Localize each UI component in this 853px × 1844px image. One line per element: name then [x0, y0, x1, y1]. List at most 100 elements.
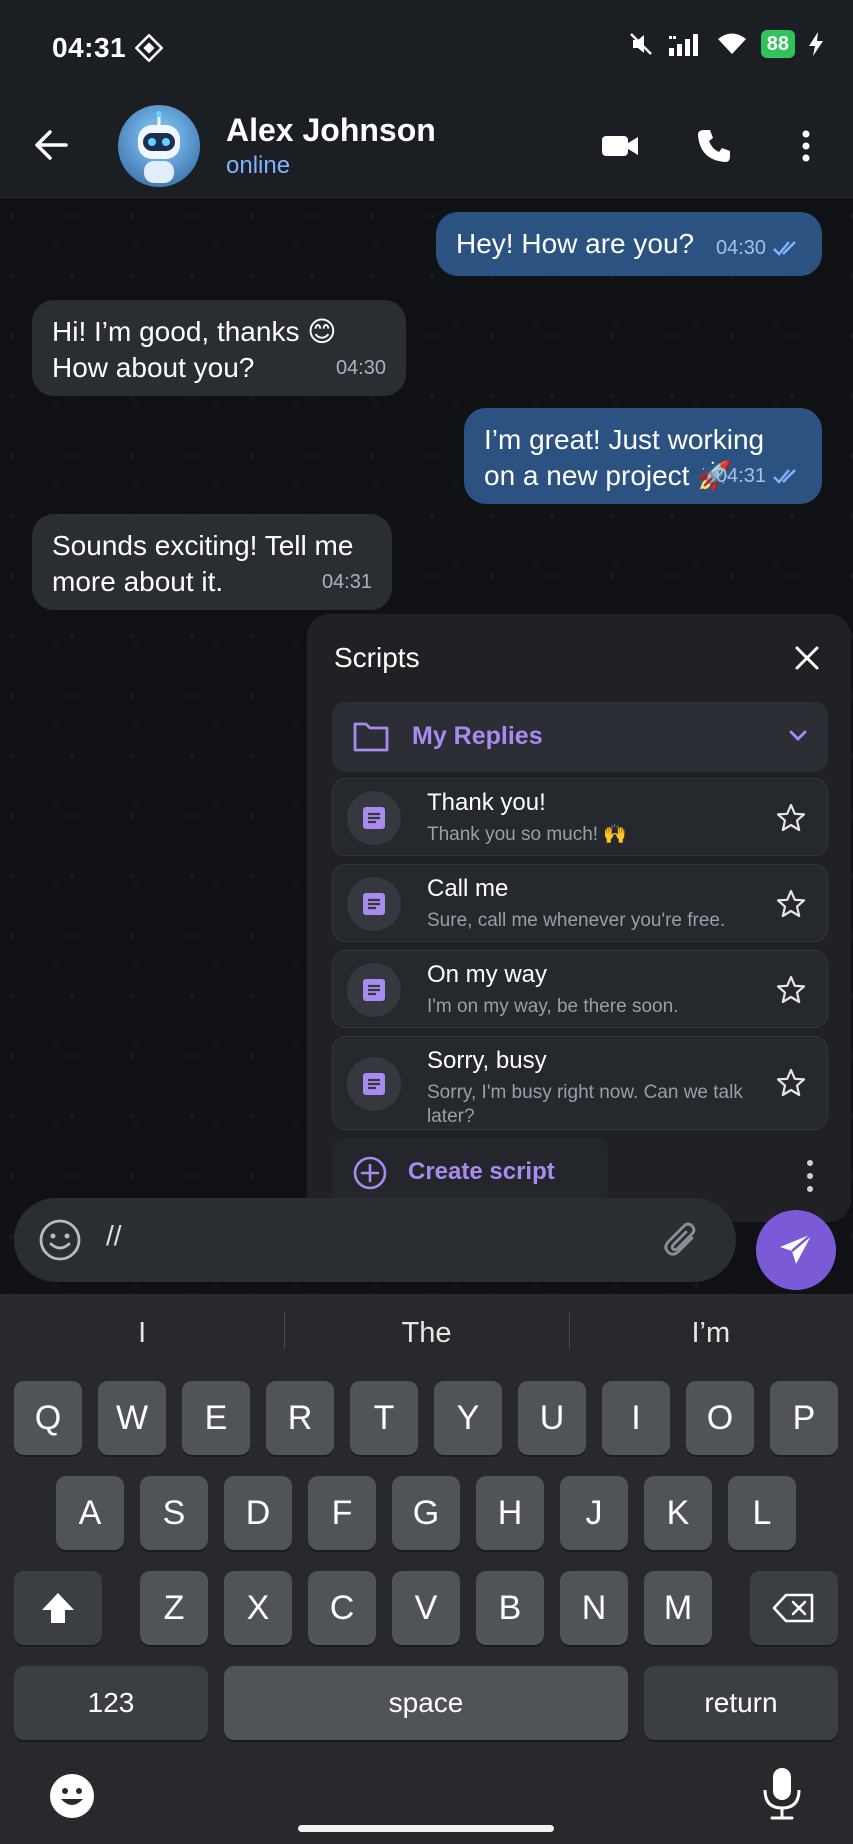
star-icon[interactable] [775, 802, 807, 834]
key-k[interactable]: K [644, 1476, 712, 1550]
script-item[interactable]: Thank you! Thank you so much! 🙌 [332, 778, 828, 856]
script-text: Thank you so much! 🙌 [427, 824, 628, 845]
key-f[interactable]: F [308, 1476, 376, 1550]
double-check-icon [773, 241, 796, 256]
create-script-label: Create script [408, 1158, 555, 1185]
shift-key[interactable] [14, 1571, 102, 1645]
key-t[interactable]: T [350, 1381, 418, 1455]
emoji-keyboard-icon[interactable] [48, 1772, 96, 1820]
key-n[interactable]: N [560, 1571, 628, 1645]
mute-icon [629, 33, 652, 55]
folder-selector[interactable]: My Replies [332, 702, 828, 772]
key-c[interactable]: C [308, 1571, 376, 1645]
attachment-icon[interactable] [662, 1220, 702, 1260]
star-icon[interactable] [775, 888, 807, 920]
script-item[interactable]: Call me Sure, call me whenever you're fr… [332, 864, 828, 942]
create-script-button[interactable]: Create script [332, 1138, 608, 1206]
microphone-icon[interactable] [760, 1766, 804, 1822]
script-icon-wrap [347, 877, 401, 931]
return-key[interactable]: return [644, 1666, 838, 1740]
scripts-title: Scripts [334, 642, 420, 673]
script-title: Thank you! [427, 789, 546, 816]
document-icon [363, 893, 385, 915]
key-y[interactable]: Y [434, 1381, 502, 1455]
contact-name[interactable]: Alex Johnson [226, 112, 436, 149]
suggestion-item[interactable]: The [284, 1312, 568, 1350]
key-l[interactable]: L [728, 1476, 796, 1550]
star-icon[interactable] [775, 974, 807, 1006]
key-e[interactable]: E [182, 1381, 250, 1455]
key-z[interactable]: Z [140, 1571, 208, 1645]
sim-icon [135, 34, 163, 62]
battery-level: 88 [760, 30, 795, 58]
key-g[interactable]: G [392, 1476, 460, 1550]
script-title: Sorry, busy [427, 1047, 547, 1074]
folder-icon [353, 722, 389, 752]
key-o[interactable]: O [686, 1381, 754, 1455]
key-x[interactable]: X [224, 1571, 292, 1645]
key-r[interactable]: R [266, 1381, 334, 1455]
key-j[interactable]: J [560, 1476, 628, 1550]
status-time: 04:31 [52, 32, 127, 63]
phone-call-icon[interactable] [692, 124, 736, 168]
message-bubble-outgoing[interactable]: Hey! How are you? 04:30 [436, 212, 822, 276]
key-q[interactable]: Q [14, 1381, 82, 1455]
script-icon-wrap [347, 791, 401, 845]
message-time: 04:31 [321, 571, 372, 593]
script-text: Sorry, I'm busy right now. Can we talk l… [427, 1082, 743, 1127]
document-icon [363, 807, 385, 829]
robot-avatar-icon [138, 111, 180, 183]
message-time: 04:30 [335, 357, 386, 379]
key-d[interactable]: D [224, 1476, 292, 1550]
send-button[interactable] [756, 1210, 836, 1290]
script-item[interactable]: Sorry, busy Sorry, I'm busy right now. C… [332, 1036, 828, 1130]
double-check-icon [773, 469, 796, 484]
close-icon[interactable] [791, 642, 823, 674]
video-call-icon[interactable] [598, 124, 642, 168]
backspace-key[interactable] [750, 1571, 838, 1645]
send-icon [780, 1233, 813, 1264]
key-i[interactable]: I [602, 1381, 670, 1455]
avatar[interactable] [118, 105, 200, 187]
back-arrow-icon[interactable] [30, 124, 72, 166]
star-icon[interactable] [775, 1067, 807, 1099]
home-indicator[interactable] [298, 1825, 554, 1832]
status-bar: 04:31 88 [0, 0, 853, 100]
chat-header: Alex Johnson online [0, 100, 853, 198]
backspace-icon [772, 1593, 814, 1623]
key-b[interactable]: B [476, 1571, 544, 1645]
message-bubble-incoming[interactable]: Sounds exciting! Tell me more about it. … [32, 514, 392, 610]
message-input[interactable]: // [106, 1220, 122, 1252]
status-icons: 88 [627, 30, 823, 58]
add-circle-icon [353, 1156, 387, 1190]
shift-icon [42, 1593, 74, 1623]
key-u[interactable]: U [518, 1381, 586, 1455]
message-text: Hey! How are you? [456, 228, 695, 259]
message-bubble-outgoing[interactable]: I’m great! Just working on a new project… [464, 408, 822, 504]
script-icon-wrap [347, 963, 401, 1017]
key-s[interactable]: S [140, 1476, 208, 1550]
numbers-key[interactable]: 123 [14, 1666, 208, 1740]
suggestion-item[interactable]: I’m [568, 1312, 853, 1350]
script-item[interactable]: On my way I'm on my way, be there soon. [332, 950, 828, 1028]
key-w[interactable]: W [98, 1381, 166, 1455]
wifi-icon [717, 33, 746, 54]
message-composer[interactable]: // [14, 1198, 736, 1282]
emoji-icon[interactable] [38, 1218, 82, 1262]
key-v[interactable]: V [392, 1571, 460, 1645]
key-m[interactable]: M [644, 1571, 712, 1645]
more-vertical-icon[interactable] [805, 1158, 815, 1194]
key-a[interactable]: A [56, 1476, 124, 1550]
key-p[interactable]: P [770, 1381, 838, 1455]
space-key[interactable]: space [224, 1666, 628, 1740]
script-title: Call me [427, 875, 509, 902]
message-bubble-incoming[interactable]: Hi! I’m good, thanks 😊 How about you? 04… [32, 300, 406, 396]
signal-icon [668, 34, 698, 56]
message-text-line: I’m great! Just working [484, 424, 765, 455]
key-h[interactable]: H [476, 1476, 544, 1550]
message-time: 04:31 [715, 465, 766, 487]
suggestion-item[interactable]: I [0, 1317, 284, 1350]
script-text: I'm on my way, be there soon. [427, 996, 679, 1017]
more-options-icon[interactable] [784, 124, 828, 168]
message-meta: 04:31 [716, 458, 802, 494]
